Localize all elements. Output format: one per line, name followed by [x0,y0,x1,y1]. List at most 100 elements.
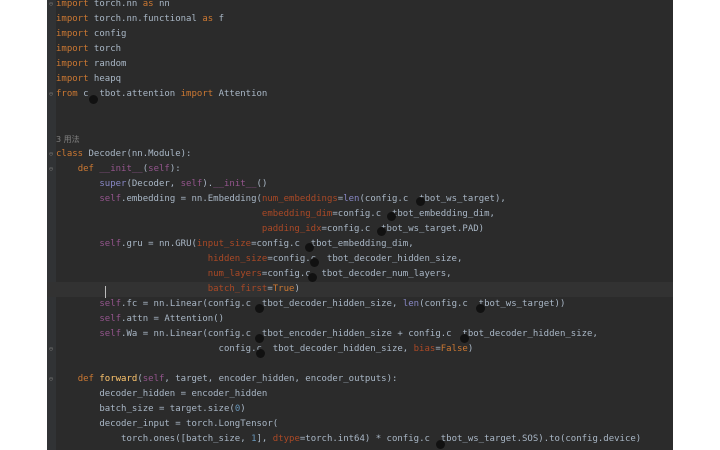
code-token: ): [169,164,181,174]
code-token: self [99,239,122,249]
code-token: as [202,14,214,24]
redaction-dot [387,212,396,221]
code-token: torch.ones([batch_size, [56,434,252,444]
code-line[interactable]: self.Wa = nn.Linear(config.c tbot_encode… [47,327,673,342]
code-token: def [77,374,94,384]
code-token: len [343,194,360,204]
code-token: =config.c tbot_decoder_num_layers, [261,269,452,279]
code-line[interactable]: self.embedding = nn.Embedding(num_embedd… [47,192,673,207]
code-token: num_embeddings [261,194,338,204]
code-line[interactable]: import torch.nn.functional as f [47,12,673,27]
code-token: =config.c tbot_embedding_dim, [332,209,495,219]
code-token: nn [153,0,170,9]
code-token: self [99,314,122,324]
code-line[interactable]: import torch [47,42,673,57]
code-token: True [272,284,295,294]
code-token: padding_idx [261,224,322,234]
code-token: Attention [213,89,268,99]
code-line[interactable]: config.c tbot_decoder_hidden_size, bias=… [47,342,673,357]
code-token: self [142,374,165,384]
code-editor[interactable]: ⊖ ⊖ ⊖ ⊖ ⊖ ⊖ import torch.nn as nn import torch… [47,0,673,450]
code-line[interactable]: hidden_size=config.c tbot_decoder_hidden… [47,252,673,267]
code-line[interactable]: import random [47,57,673,72]
code-line[interactable]: torch.ones([batch_size, 1], dtype=torch.… [47,432,673,447]
code-line[interactable]: num_layers=config.c tbot_decoder_num_lay… [47,267,673,282]
code-token: () [256,179,268,189]
code-token: (Decoder, [126,179,181,189]
code-token: config [88,29,127,39]
redaction-dot [308,273,317,282]
code-line[interactable]: batch_size = target.size(0) [47,402,673,417]
code-line[interactable]: decoder_input = torch.LongTensor( [47,417,673,432]
redaction-dot [255,304,264,313]
redaction-dot [89,95,98,104]
code-line[interactable]: super(Decoder, self).__init__() [47,177,673,192]
code-line[interactable]: decoder_hidden = encoder_hidden [47,387,673,402]
code-token: , target, encoder_hidden, encoder_output… [164,374,398,384]
code-token: (config.c tbot_ws_target)) [419,299,566,309]
code-token: .Wa = nn.Linear(config.c tbot_encoder_hi… [121,329,598,339]
code-token: self [148,164,170,174]
code-token: 3 用法 [56,135,80,144]
code-token: random [88,59,127,69]
code-line[interactable]: class Decoder(nn.Module): [47,147,673,162]
code-line[interactable]: 3 用法 [47,132,673,147]
code-token: input_size [196,239,252,249]
code-line[interactable]: import config [47,27,673,42]
code-token: batch_size = target.size( [56,404,235,414]
code-token: self [99,299,122,309]
code-token: False [440,344,468,354]
redaction-dot [256,349,265,358]
code-token: heapq [88,74,122,84]
code-line[interactable]: padding_idx=config.c tbot_ws_target.PAD) [47,222,673,237]
code-line[interactable]: self.gru = nn.GRU(input_size=config.c tb… [47,237,673,252]
code-token: import [180,89,214,99]
code-token: as [142,0,154,9]
code-line[interactable]: self.attn = Attention() [47,312,673,327]
code-line[interactable]: import torch.nn as nn [47,0,673,12]
redaction-dot [377,227,386,236]
code-token: num_layers [207,269,262,279]
code-line[interactable]: def __init__(self): [47,162,673,177]
code-token: hidden_size [207,254,268,264]
code-token: class [56,149,84,159]
code-line[interactable]: batch_first=True) [47,282,673,297]
code-token: ) [294,284,300,294]
code-token: import [56,59,89,69]
code-token: decoder_input = torch.LongTensor( [56,419,279,429]
code-token: import [56,29,89,39]
code-token: batch_first [207,284,268,294]
code-token: =torch.int64) * config.c tbot_ws_target.… [299,434,642,444]
code-token: import [56,44,89,54]
code-token: super [99,179,127,189]
redaction-dot [416,197,425,206]
code-line[interactable]: from c tbot.attention import Attention [47,87,673,102]
code-line[interactable] [47,117,673,132]
code-line[interactable]: self.fc = nn.Linear(config.c tbot_decode… [47,297,673,312]
code-line[interactable]: embedding_dim=config.c tbot_embedding_di… [47,207,673,222]
code-token: import [56,0,89,9]
code-token: torch [88,44,122,54]
code-token: dtype [272,434,300,444]
code-token: from [56,89,78,99]
code-token: .gru = nn.GRU( [121,239,197,249]
code-token: self [180,179,203,189]
redaction-dot [305,243,314,252]
code-line[interactable] [47,102,673,117]
code-line[interactable] [47,357,673,372]
code-line[interactable]: def forward(self, target, encoder_hidden… [47,372,673,387]
code-token: (config.c tbot_ws_target), [359,194,506,204]
redaction-dot [460,334,469,343]
code-line[interactable]: import heapq [47,72,673,87]
code-token: =config.c tbot_ws_target.PAD) [321,224,485,234]
redaction-dot [255,334,264,343]
